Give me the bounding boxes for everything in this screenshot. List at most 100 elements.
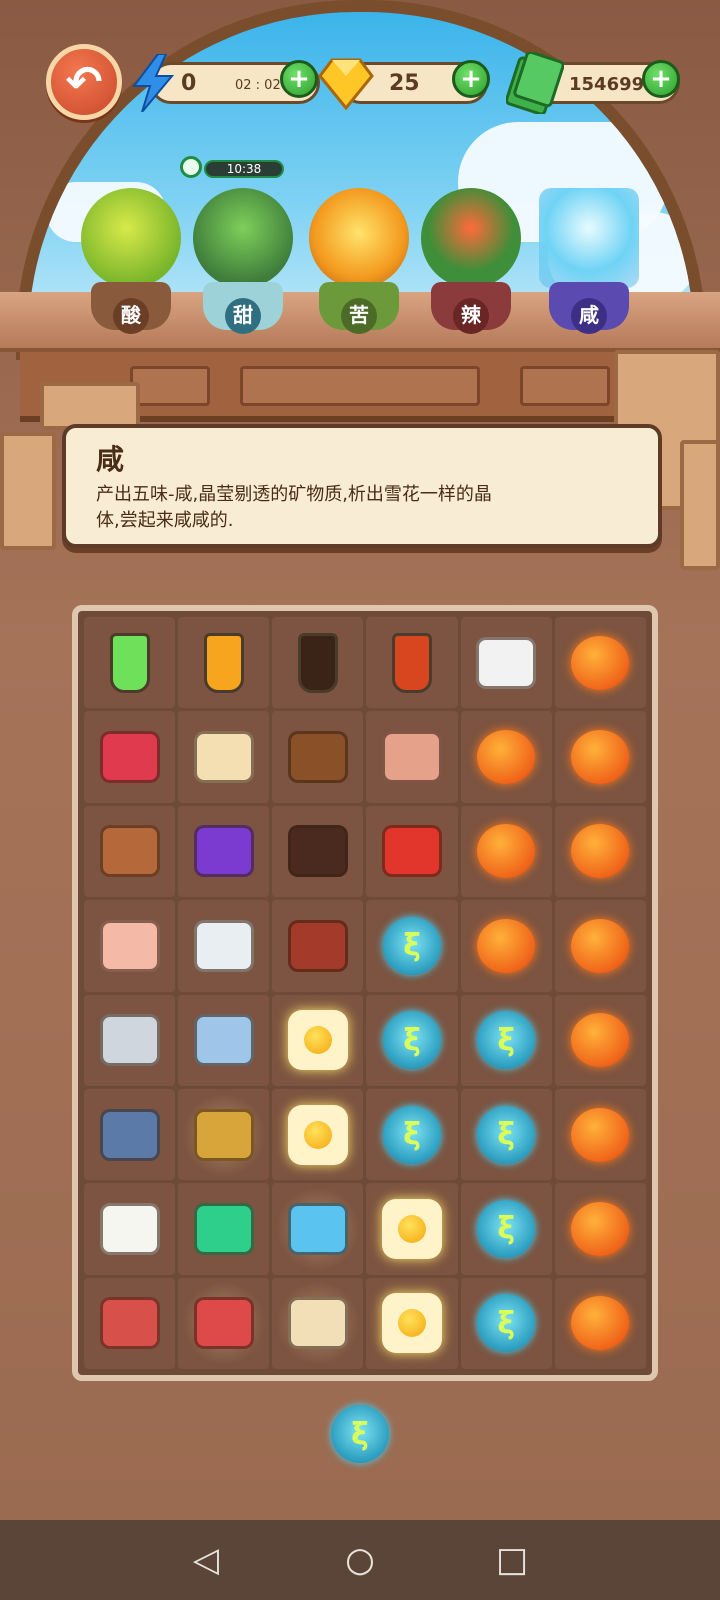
orange-orb-icon[interactable] [474,914,538,978]
orange-orb-icon[interactable] [568,1103,632,1167]
grid-cell[interactable] [554,1277,646,1369]
plant-spicy[interactable]: 辣 [416,178,526,338]
egg-token-icon[interactable] [286,1103,350,1167]
hawthorn-icon[interactable] [380,819,444,883]
grid-cell[interactable] [84,900,176,992]
orange-orb-icon[interactable] [568,1197,632,1261]
plant-sour[interactable]: 酸 [76,178,186,338]
cured-ham-icon[interactable] [286,914,350,978]
key-icon[interactable] [192,1103,256,1167]
grid-cell[interactable] [178,900,270,992]
grid-cell[interactable] [84,617,176,709]
egg-token-icon[interactable] [380,1291,444,1355]
smartphone-icon[interactable] [192,1008,256,1072]
chili-oil-bottle-icon[interactable] [380,631,444,695]
grid-cell[interactable] [554,711,646,803]
add-gems-button[interactable]: + [452,60,490,98]
grid-cell[interactable] [84,711,176,803]
chocolate-icon[interactable] [286,819,350,883]
grid-cell[interactable] [460,617,552,709]
grid-cell[interactable] [272,1088,364,1181]
grid-cell[interactable] [272,805,364,898]
candy-icon[interactable] [192,819,256,883]
sprout-bubble-icon[interactable]: ξ [474,1103,538,1167]
grid-cell[interactable] [554,1088,646,1181]
fish-icon[interactable] [98,1103,162,1167]
grid-cell[interactable] [178,711,270,803]
grid-cell[interactable] [366,1183,458,1275]
add-energy-button[interactable]: + [280,60,318,98]
raspberry-branch-icon[interactable] [98,725,162,789]
grid-cell[interactable]: ξ [460,1277,552,1369]
grid-cell[interactable]: ξ [366,994,458,1086]
orange-orb-icon[interactable] [474,819,538,883]
orange-orb-icon[interactable] [568,631,632,695]
rock-salt-bowl-icon[interactable] [98,914,162,978]
grid-cell[interactable] [554,900,646,992]
plant-salty[interactable]: 咸 [534,178,644,338]
grid-cell[interactable] [84,805,176,898]
grid-cell[interactable] [84,1183,176,1275]
salted-egg-icon[interactable] [474,631,538,695]
soy-sauce-bottle-icon[interactable] [286,631,350,695]
egg-token-icon[interactable] [286,1008,350,1072]
plant-bitter[interactable]: 苦 [304,178,414,338]
grid-cell[interactable] [554,805,646,898]
grid-cell[interactable] [272,900,364,992]
sprout-bubble-icon[interactable]: ξ [474,1008,538,1072]
grid-cell[interactable] [366,711,458,803]
grid-cell[interactable] [554,994,646,1086]
grid-cell[interactable] [84,1088,176,1181]
salt-bowl-icon[interactable] [192,914,256,978]
nav-home-icon[interactable]: ○ [338,1538,382,1582]
grid-cell[interactable] [178,805,270,898]
grid-cell[interactable]: ξ [366,1088,458,1181]
mahjong-tile-icon[interactable] [98,1197,162,1261]
grid-cell[interactable] [272,711,364,803]
grid-cell[interactable] [272,617,364,709]
dried-fish-fillet-icon[interactable] [380,725,444,789]
vinyl-record-icon[interactable] [286,1291,350,1355]
orange-orb-icon[interactable] [568,819,632,883]
orange-orb-icon[interactable] [568,1291,632,1355]
green-potion-icon[interactable] [98,631,162,695]
grid-cell[interactable] [366,1277,458,1369]
grid-cell[interactable]: ξ [460,1183,552,1275]
dolphin-toy-icon[interactable] [286,1197,350,1261]
nav-recents-icon[interactable]: □ [490,1538,534,1582]
back-button[interactable]: ↶ [46,44,122,120]
cd-case-icon[interactable] [98,1008,162,1072]
orange-orb-icon[interactable] [474,725,538,789]
red-wallet-icon[interactable] [192,1291,256,1355]
grid-cell[interactable] [366,805,458,898]
coffee-beans-icon[interactable] [286,725,350,789]
grid-cell[interactable] [554,617,646,709]
grid-cell[interactable] [84,994,176,1086]
grid-cell[interactable] [460,900,552,992]
orange-orb-icon[interactable] [568,914,632,978]
sprout-bubble-icon[interactable]: ξ [474,1291,538,1355]
sprout-bubble-icon[interactable]: ξ [474,1197,538,1261]
sprout-bubble-icon[interactable]: ξ [380,1103,444,1167]
grid-cell[interactable] [178,994,270,1086]
egg-token-icon[interactable] [380,1197,444,1261]
grid-cell[interactable] [272,994,364,1086]
orange-orb-icon[interactable] [568,1008,632,1072]
grid-cell[interactable] [178,1277,270,1369]
sprout-bubble-icon[interactable]: ξ [380,1008,444,1072]
sprout-bubble-icon[interactable]: ξ [328,1402,392,1466]
orange-orb-icon[interactable] [568,725,632,789]
lighter-icon[interactable] [192,1197,256,1261]
plant-sweet[interactable]: 甜 [188,178,298,338]
sprout-bubble-icon[interactable]: ξ [380,914,444,978]
grid-cell[interactable] [178,1183,270,1275]
nav-back-icon[interactable]: ◁ [184,1538,228,1582]
grid-cell[interactable] [84,1277,176,1369]
grid-cell[interactable] [178,1088,270,1181]
grid-cell[interactable]: ξ [460,994,552,1086]
game-console-icon[interactable] [98,1291,162,1355]
grid-cell[interactable]: ξ [366,900,458,992]
grid-cell[interactable] [366,617,458,709]
grid-cell[interactable] [460,711,552,803]
grid-cell[interactable] [460,805,552,898]
